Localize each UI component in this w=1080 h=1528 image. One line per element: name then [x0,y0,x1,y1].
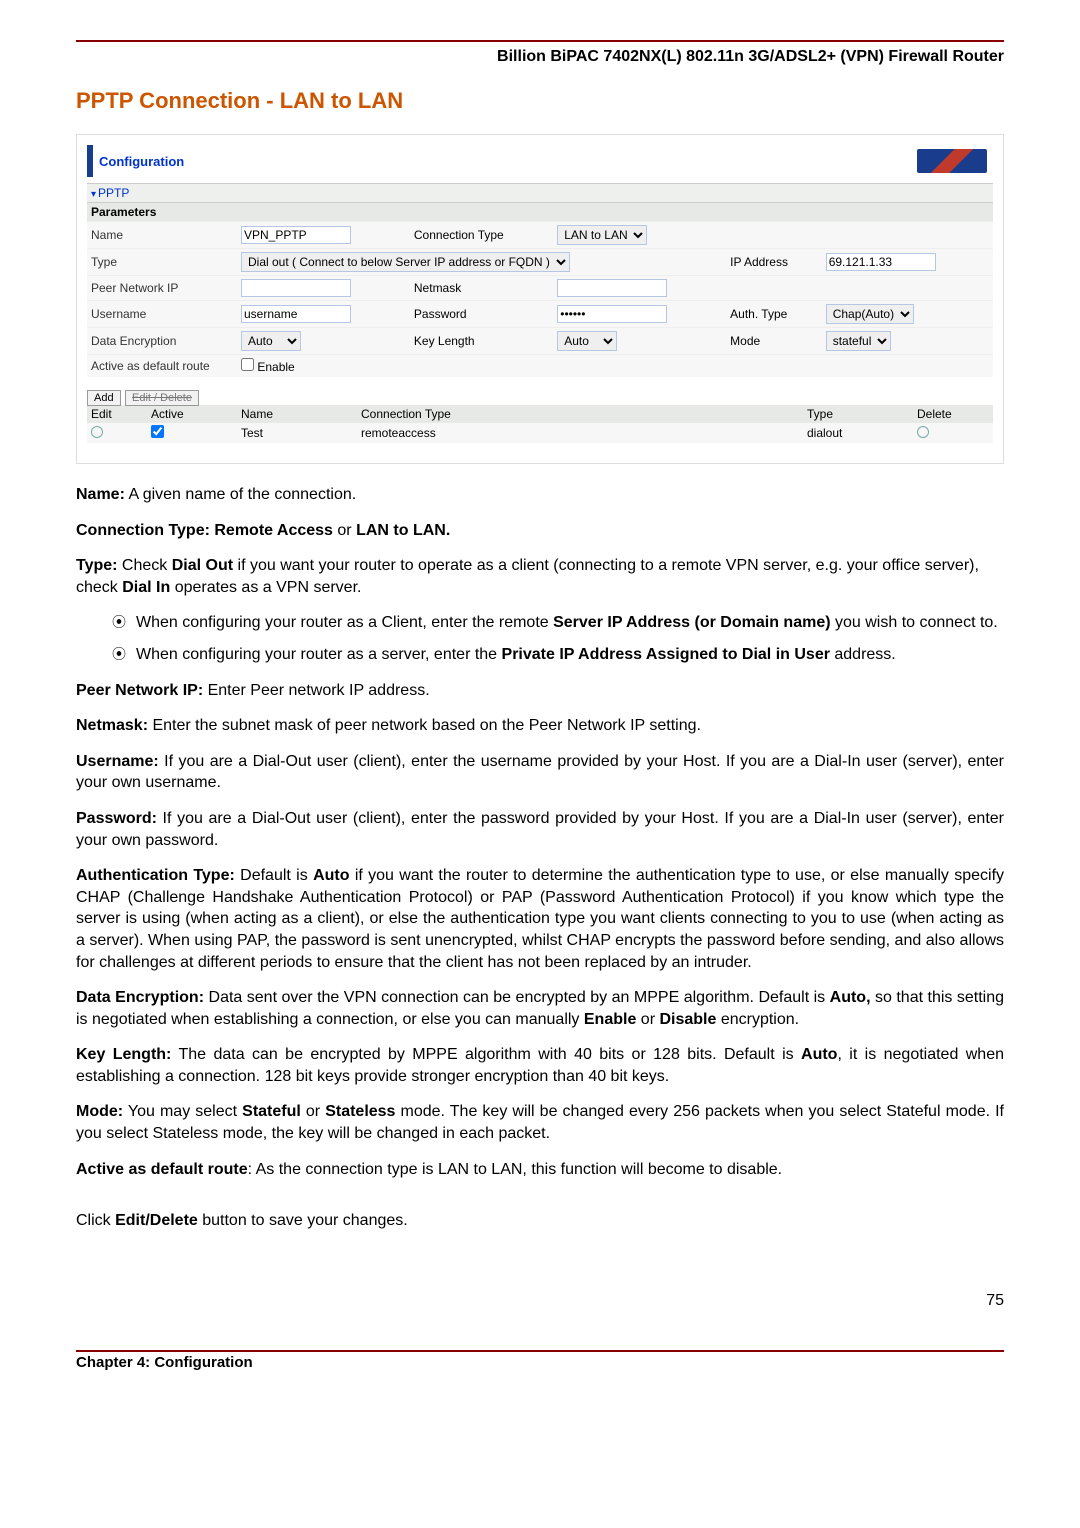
section-title: PPTP Connection - LAN to LAN [76,88,1004,114]
name-label: Name [87,222,237,249]
mode-label: Mode [726,328,822,355]
configuration-label: Configuration [99,154,184,169]
type-select[interactable]: Dial out ( Connect to below Server IP ad… [241,252,570,272]
active-checkbox[interactable] [151,425,164,438]
auth-type-label: Auth. Type [726,301,822,328]
description-body: Name: A given name of the connection. Co… [76,484,1004,1232]
edit-radio[interactable] [91,426,103,438]
data-encryption-select[interactable]: Auto [241,331,301,351]
auth-type-select[interactable]: Chap(Auto) [826,304,914,324]
password-label: Password [410,301,553,328]
add-tab[interactable]: Add [87,390,121,406]
mode-select[interactable]: stateful [826,331,891,351]
peer-network-ip-label: Peer Network IP [87,276,237,301]
active-default-checkbox[interactable] [241,358,254,371]
pptp-dropdown[interactable]: PPTP [87,183,993,203]
data-encryption-label: Data Encryption [87,328,237,355]
enable-label: Enable [257,360,294,374]
row-type: dialout [803,423,913,443]
page-number: 75 [76,1292,1004,1310]
col-delete: Delete [913,405,993,423]
col-edit: Edit [87,405,147,423]
chapter-label: Chapter 4: Configuration [76,1354,253,1371]
peer-network-ip-input[interactable] [241,279,351,297]
config-panel: Configuration PPTP Parameters Name Conne… [76,134,1004,464]
product-title: Billion BiPAC 7402NX(L) 802.11n 3G/ADSL2… [76,48,1004,66]
delete-radio[interactable] [917,426,929,438]
key-length-label: Key Length [410,328,553,355]
username-input[interactable] [241,305,351,323]
col-active: Active [147,405,237,423]
col-connection-type: Connection Type [357,405,803,423]
password-input[interactable] [557,305,667,323]
connection-type-select[interactable]: LAN to LAN [557,225,647,245]
name-input[interactable] [241,226,351,244]
row-connection-type: remoteaccess [357,423,803,443]
active-default-label: Active as default route [87,355,237,378]
netmask-label: Netmask [410,276,553,301]
ip-address-label: IP Address [726,249,822,276]
ip-address-input[interactable] [826,253,936,271]
col-name: Name [237,405,357,423]
username-label: Username [87,301,237,328]
brand-logo [917,149,987,173]
key-length-select[interactable]: Auto [557,331,617,351]
row-name: Test [237,423,357,443]
netmask-input[interactable] [557,279,667,297]
type-label: Type [87,249,237,276]
edit-delete-tab[interactable]: Edit / Delete [125,390,199,406]
connection-type-label: Connection Type [410,222,553,249]
table-row: Test remoteaccess dialout [87,423,993,443]
col-type: Type [803,405,913,423]
parameters-header: Parameters [87,203,993,221]
